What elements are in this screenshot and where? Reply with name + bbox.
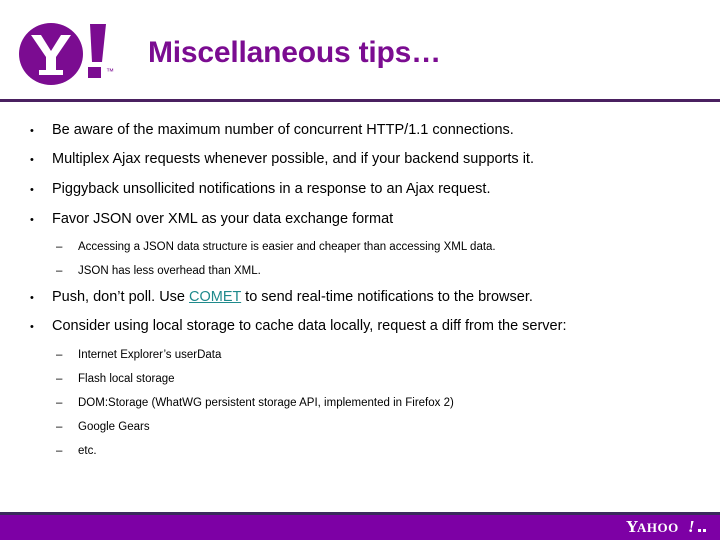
comet-link[interactable]: COMET xyxy=(189,289,241,305)
list-item-label: DOM:Storage (WhatWG persistent storage A… xyxy=(78,397,454,409)
sub-list-item: – Google Gears xyxy=(56,421,150,434)
bullet-list: • Be aware of the maximum number of concu… xyxy=(0,104,720,504)
list-item-label: Consider using local storage to cache da… xyxy=(52,318,567,334)
dash-marker-icon: – xyxy=(56,373,63,385)
dash-marker-icon: – xyxy=(56,265,63,277)
footer-top-stripe xyxy=(0,512,720,515)
list-item-label: Multiplex Ajax requests whenever possibl… xyxy=(52,151,534,167)
list-item-label: Accessing a JSON data structure is easie… xyxy=(78,241,496,253)
svg-text:AHOO: AHOO xyxy=(637,520,679,535)
bullet-marker-icon: • xyxy=(30,154,34,166)
list-item-label: Internet Explorer’s userData xyxy=(78,349,222,361)
list-item-text-after: to send real-time notifications to the b… xyxy=(241,289,533,305)
list-item: • Push, don’t poll. Use COMET to send rea… xyxy=(30,289,533,305)
list-item-text-before: Push, don’t poll. Use xyxy=(52,289,190,305)
bullet-marker-icon: • xyxy=(30,292,34,304)
page-title: Miscellaneous tips… xyxy=(148,36,441,69)
header-divider xyxy=(0,99,720,102)
slide-footer: Y AHOO ! xyxy=(0,512,720,540)
svg-text:™: ™ xyxy=(106,67,114,76)
list-item-label: Google Gears xyxy=(78,421,150,433)
bullet-marker-icon: • xyxy=(30,184,34,196)
list-item-label: Flash local storage xyxy=(78,373,175,385)
bullet-marker-icon: • xyxy=(30,125,34,137)
svg-text:!: ! xyxy=(688,517,695,536)
list-item: • Be aware of the maximum number of concu… xyxy=(30,122,514,138)
list-item-label: etc. xyxy=(78,445,97,457)
sub-list-item: – Flash local storage xyxy=(56,373,175,386)
dash-marker-icon: – xyxy=(56,397,63,409)
list-item-label: Be aware of the maximum number of concur… xyxy=(52,122,514,138)
sub-list-item: – Internet Explorer’s userData xyxy=(56,349,221,362)
list-item: • Consider using local storage to cache d… xyxy=(30,318,566,334)
list-item-label: Favor JSON over XML as your data exchang… xyxy=(52,211,394,227)
sub-list-item: – JSON has less overhead than XML. xyxy=(56,265,261,278)
list-item: • Piggyback unsollicited notifications in… xyxy=(30,181,490,197)
slide-header: ™ Miscellaneous tips… xyxy=(0,0,720,102)
sub-list-item: – Accessing a JSON data structure is easi… xyxy=(56,241,496,254)
sub-list-item: – DOM:Storage (WhatWG persistent storage … xyxy=(56,397,454,410)
list-item-label: Piggyback unsollicited notifications in … xyxy=(52,181,491,197)
dash-marker-icon: – xyxy=(56,421,63,433)
list-item-label: JSON has less overhead than XML. xyxy=(78,265,261,277)
list-item: • Multiplex Ajax requests whenever possib… xyxy=(30,151,534,167)
list-item: • Favor JSON over XML as your data exchan… xyxy=(30,211,393,227)
sub-list-item: – etc. xyxy=(56,445,97,458)
dash-marker-icon: – xyxy=(56,445,63,457)
dash-marker-icon: – xyxy=(56,241,63,253)
yahoo-wordmark-icon: Y AHOO ! xyxy=(626,516,712,536)
dash-marker-icon: – xyxy=(56,349,63,361)
bullet-marker-icon: • xyxy=(30,214,34,226)
slide: ™ Miscellaneous tips… • Be aware of the m… xyxy=(0,0,720,540)
bullet-marker-icon: • xyxy=(30,321,34,333)
yahoo-bang-logo-icon: ™ xyxy=(18,20,130,88)
list-item-label: Push, don’t poll. Use COMET to send real… xyxy=(52,289,533,305)
